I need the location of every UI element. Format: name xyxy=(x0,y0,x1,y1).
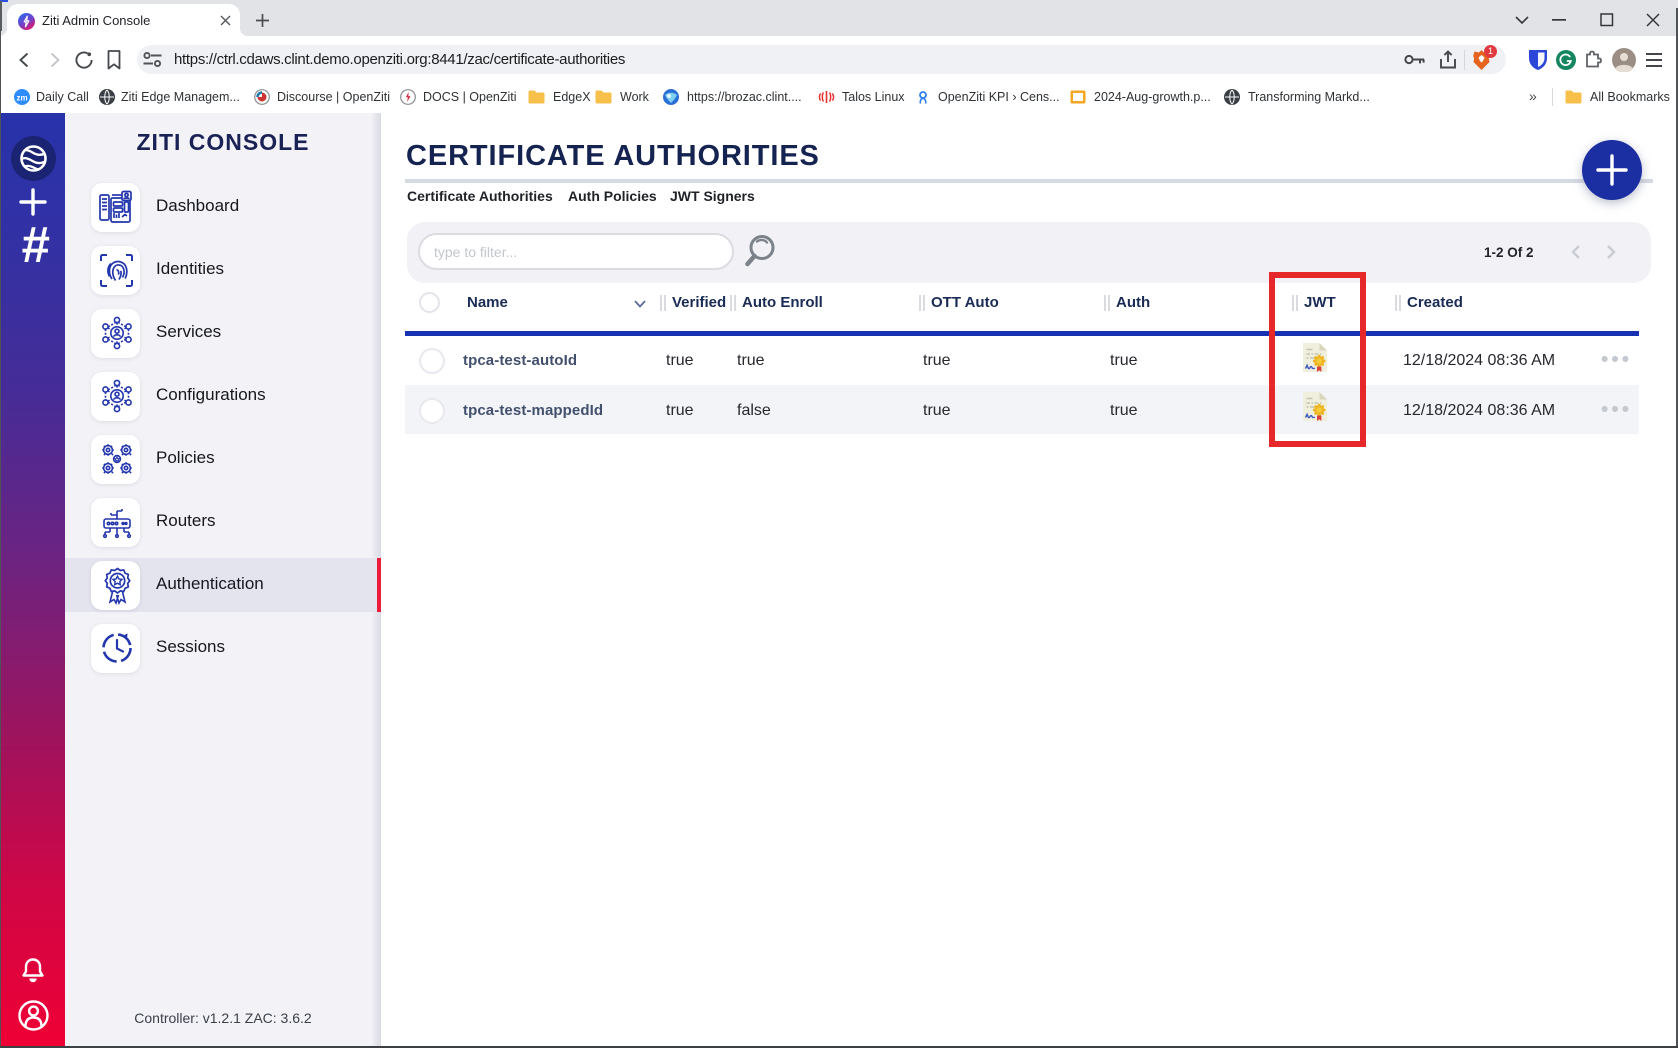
svg-text:zm: zm xyxy=(16,94,27,103)
